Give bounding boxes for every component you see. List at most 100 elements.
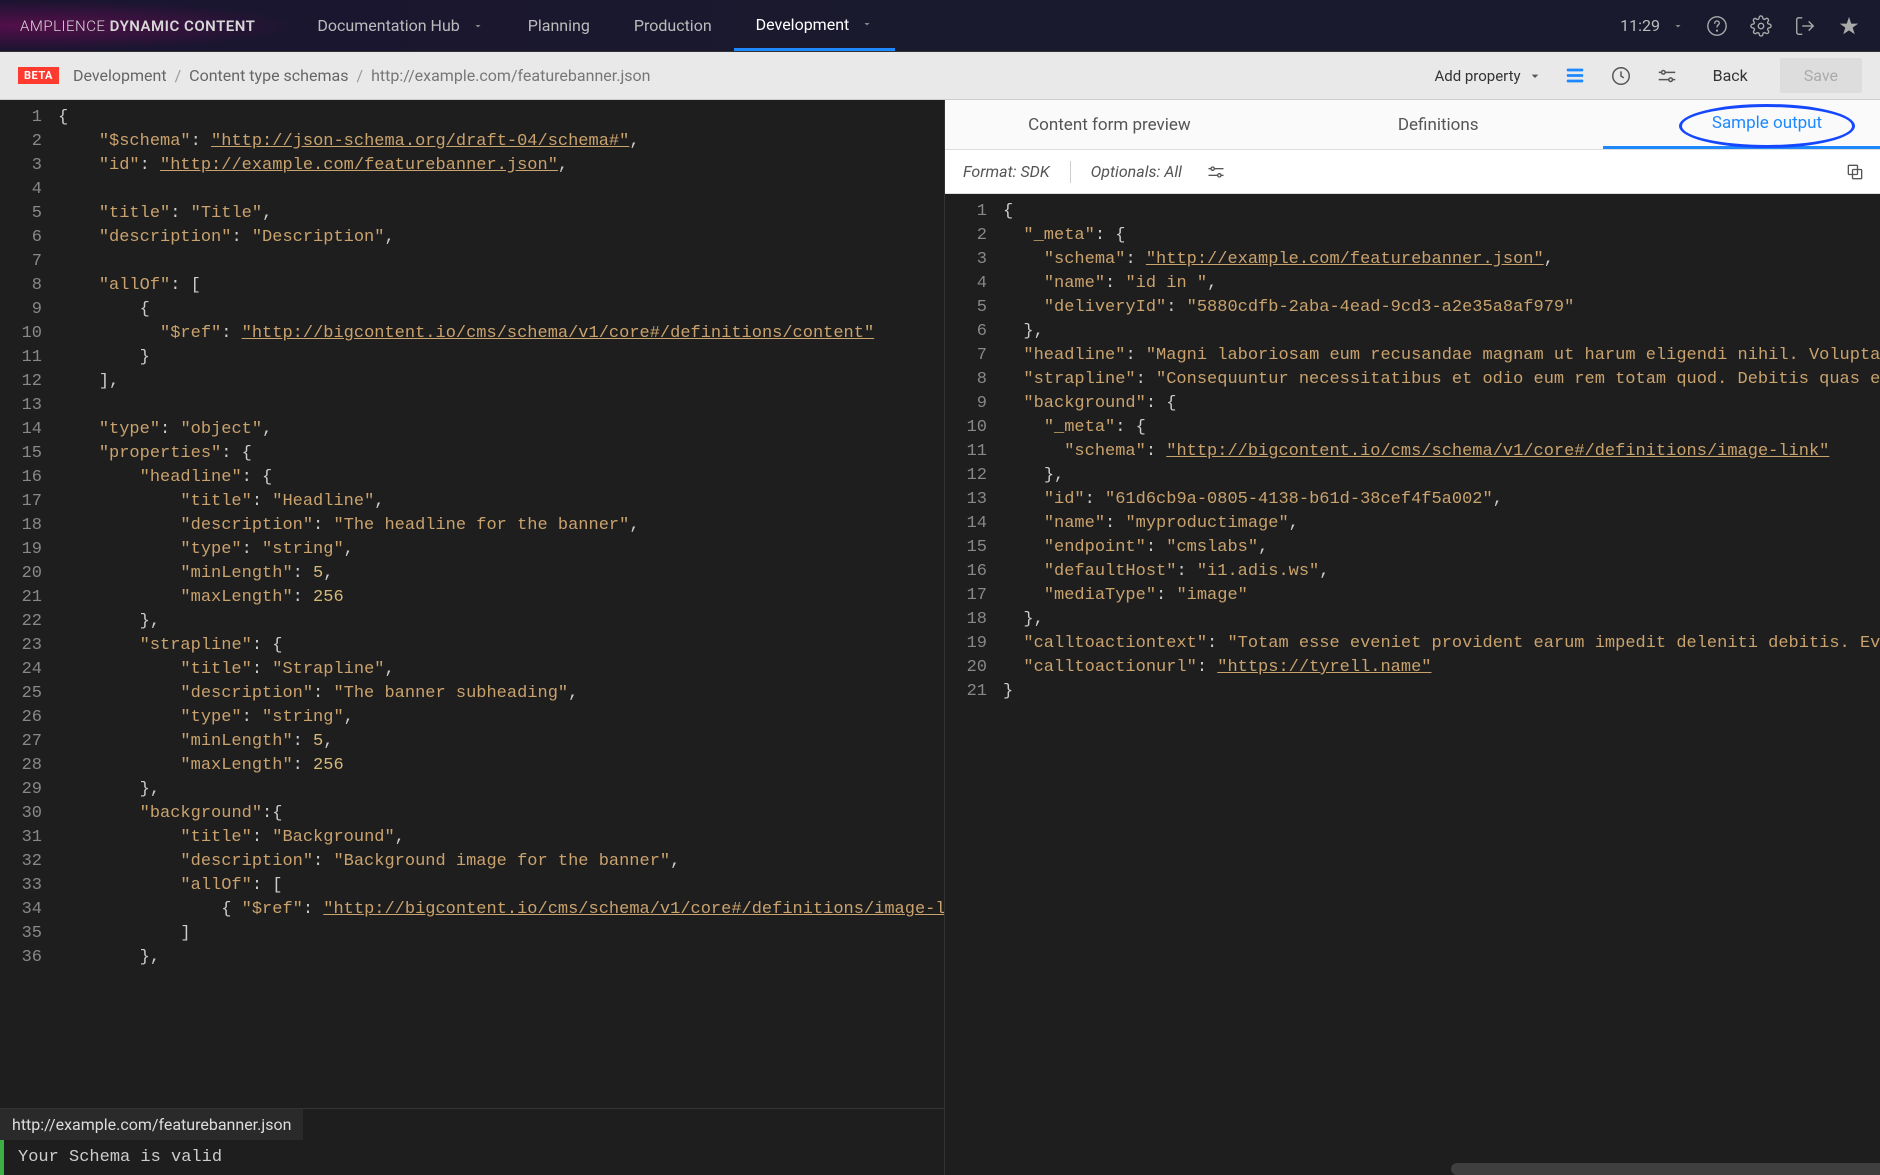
code-line[interactable]: { — [54, 298, 944, 322]
code-line[interactable]: "minLength": 5, — [54, 730, 944, 754]
line-number: 10 — [8, 322, 42, 346]
json-key: "type" — [180, 540, 241, 559]
code-line[interactable]: { — [999, 200, 1880, 224]
indent — [58, 636, 140, 655]
history-icon[interactable] — [1607, 62, 1635, 90]
star-icon[interactable] — [1838, 15, 1860, 37]
code-line[interactable]: "endpoint": "cmslabs", — [999, 536, 1880, 560]
code-line[interactable]: "headline": "Magni laboriosam eum recusa… — [999, 344, 1880, 368]
code-line[interactable]: "strapline": "Consequuntur necessitatibu… — [999, 368, 1880, 392]
code-line[interactable]: "id": "http://example.com/featurebanner.… — [54, 154, 944, 178]
code-line[interactable]: "type": "object", — [54, 418, 944, 442]
right-code-content[interactable]: { "_meta": { "schema": "http://example.c… — [999, 194, 1880, 1175]
code-line[interactable]: "name": "id in ", — [999, 272, 1880, 296]
code-line[interactable]: }, — [54, 610, 944, 634]
code-line[interactable]: } — [999, 680, 1880, 704]
code-line[interactable]: { "$ref": "http://bigcontent.io/cms/sche… — [54, 898, 944, 922]
nav-tab-documentation-hub[interactable]: Documentation Hub — [295, 0, 505, 51]
code-line[interactable]: "description": "The banner subheading", — [54, 682, 944, 706]
code-line[interactable]: "$ref": "http://bigcontent.io/cms/schema… — [54, 322, 944, 346]
code-line[interactable]: "background": { — [999, 392, 1880, 416]
code-line[interactable]: "headline": { — [54, 466, 944, 490]
line-number: 6 — [953, 320, 987, 344]
code-line[interactable]: "description": "The headline for the ban… — [54, 514, 944, 538]
code-line[interactable]: }, — [999, 464, 1880, 488]
code-line[interactable]: "schema": "http://bigcontent.io/cms/sche… — [999, 440, 1880, 464]
code-line[interactable]: "$schema": "http://json-schema.org/draft… — [54, 130, 944, 154]
line-number: 26 — [8, 706, 42, 730]
line-number: 9 — [953, 392, 987, 416]
code-line[interactable]: }, — [999, 320, 1880, 344]
save-button[interactable]: Save — [1780, 58, 1862, 93]
code-line[interactable] — [54, 178, 944, 202]
sliders-icon[interactable] — [1653, 62, 1681, 90]
code-line[interactable]: } — [54, 346, 944, 370]
code-line[interactable]: "description": "Background image for the… — [54, 850, 944, 874]
settings-gear-icon[interactable] — [1750, 15, 1772, 37]
code-line[interactable]: "properties": { — [54, 442, 944, 466]
code-line[interactable]: "id": "61d6cb9a-0805-4138-b61d-38cef4f5a… — [999, 488, 1880, 512]
code-line[interactable]: }, — [54, 946, 944, 970]
sample-output-editor[interactable]: 123456789101112131415161718192021 { "_me… — [945, 194, 1880, 1175]
tab-sample-output[interactable]: Sample output — [1603, 100, 1880, 149]
code-line[interactable]: "allOf": [ — [54, 874, 944, 898]
json-key: "type" — [99, 420, 160, 439]
code-line[interactable]: "_meta": { — [999, 416, 1880, 440]
code-line[interactable]: }, — [54, 778, 944, 802]
tab-content-form-preview[interactable]: Content form preview — [945, 100, 1274, 149]
options-sliders-icon[interactable] — [1202, 158, 1230, 186]
json-punct: : — [160, 420, 180, 439]
code-line[interactable]: "defaultHost": "i1.adis.ws", — [999, 560, 1880, 584]
code-line[interactable]: "strapline": { — [54, 634, 944, 658]
code-line[interactable]: "title": "Title", — [54, 202, 944, 226]
code-line[interactable]: "name": "myproductimage", — [999, 512, 1880, 536]
code-line[interactable]: "_meta": { — [999, 224, 1880, 248]
exit-icon[interactable] — [1794, 15, 1816, 37]
code-line[interactable]: }, — [999, 608, 1880, 632]
code-line[interactable]: "maxLength": 256 — [54, 754, 944, 778]
code-line[interactable]: "maxLength": 256 — [54, 586, 944, 610]
copy-icon[interactable] — [1841, 158, 1869, 186]
nav-tab-planning[interactable]: Planning — [506, 0, 612, 51]
nav-tab-development[interactable]: Development — [734, 0, 896, 51]
code-line[interactable]: "title": "Headline", — [54, 490, 944, 514]
code-line[interactable]: "calltoactionurl": "https://tyrell.name" — [999, 656, 1880, 680]
code-line[interactable] — [54, 250, 944, 274]
code-line[interactable]: { — [54, 106, 944, 130]
breadcrumb-schemas[interactable]: Content type schemas — [189, 66, 348, 85]
code-line[interactable]: "deliveryId": "5880cdfb-2aba-4ead-9cd3-a… — [999, 296, 1880, 320]
time-display[interactable]: 11:29 — [1620, 16, 1684, 35]
breadcrumb-development[interactable]: Development — [73, 66, 167, 85]
code-line[interactable]: "title": "Background", — [54, 826, 944, 850]
code-line[interactable]: "type": "string", — [54, 538, 944, 562]
code-line[interactable]: ], — [54, 370, 944, 394]
horizontal-scrollbar[interactable] — [1451, 1163, 1880, 1175]
format-icon[interactable] — [1561, 62, 1589, 90]
schema-code-editor[interactable]: 1234567891011121314151617181920212223242… — [0, 100, 944, 1108]
code-line[interactable]: "description": "Description", — [54, 226, 944, 250]
code-line[interactable]: "type": "string", — [54, 706, 944, 730]
code-line[interactable]: "background":{ — [54, 802, 944, 826]
add-property-dropdown[interactable]: Add property — [1434, 67, 1542, 85]
help-icon[interactable] — [1706, 15, 1728, 37]
validation-tab[interactable]: http://example.com/featurebanner.json — [0, 1109, 303, 1140]
tab-definitions[interactable]: Definitions — [1274, 100, 1603, 149]
json-punct: : — [293, 588, 313, 607]
code-line[interactable]: "minLength": 5, — [54, 562, 944, 586]
code-line[interactable]: "calltoactiontext": "Totam esse eveniet … — [999, 632, 1880, 656]
code-line[interactable]: "allOf": [ — [54, 274, 944, 298]
nav-tab-production[interactable]: Production — [612, 0, 734, 51]
indent — [58, 492, 180, 511]
code-line[interactable]: "schema": "http://example.com/featureban… — [999, 248, 1880, 272]
code-line[interactable] — [54, 394, 944, 418]
code-line[interactable]: "mediaType": "image" — [999, 584, 1880, 608]
json-link: "http://bigcontent.io/cms/schema/v1/core… — [242, 324, 875, 343]
line-number: 34 — [8, 898, 42, 922]
line-number: 12 — [953, 464, 987, 488]
code-line[interactable]: "title": "Strapline", — [54, 658, 944, 682]
back-button[interactable]: Back — [1699, 58, 1762, 93]
json-punct: : — [313, 852, 333, 871]
main-split: 1234567891011121314151617181920212223242… — [0, 100, 1880, 1175]
left-code-content[interactable]: { "$schema": "http://json-schema.org/dra… — [54, 100, 944, 1108]
code-line[interactable]: ] — [54, 922, 944, 946]
